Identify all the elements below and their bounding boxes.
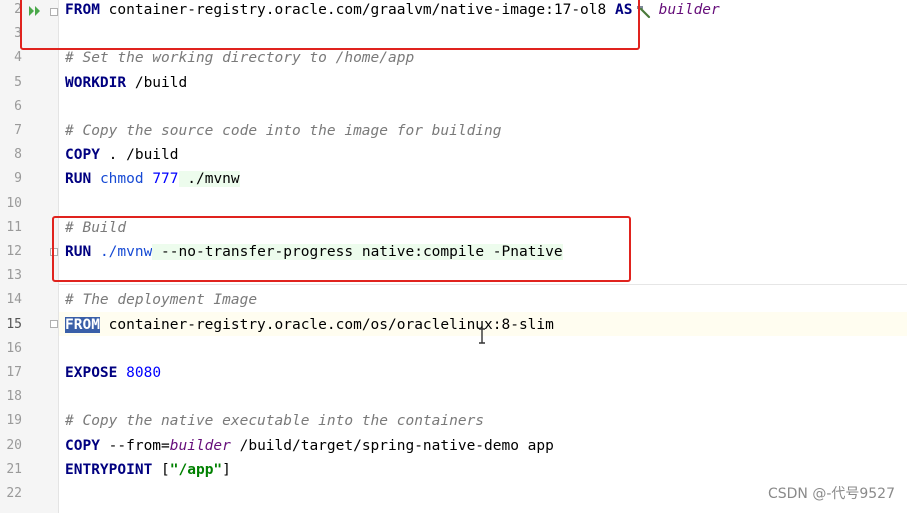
code-token: # The deployment Image	[65, 292, 258, 308]
text-cursor-icon	[479, 328, 485, 344]
code-token: EXPOSE	[65, 365, 118, 381]
annotation-box-from-builder	[20, 0, 640, 50]
code-token: [	[152, 462, 170, 478]
code-token: # Copy the source code into the image fo…	[65, 123, 502, 139]
code-token: 777	[152, 171, 179, 187]
line-number: 7	[14, 123, 22, 138]
code-token: ENTRYPOINT	[65, 462, 153, 478]
code-line[interactable]	[65, 337, 907, 361]
code-line[interactable]: EXPOSE 8080	[65, 361, 907, 385]
code-token: # Copy the native executable into the co…	[65, 413, 485, 429]
code-token: FROM	[65, 317, 100, 333]
line-number: 22	[6, 486, 22, 501]
code-token: builder	[658, 2, 720, 18]
code-token: . /build	[99, 147, 179, 163]
code-line[interactable]: # Copy the native executable into the co…	[65, 409, 907, 433]
code-token: builder	[169, 438, 231, 454]
code-token: RUN	[65, 171, 92, 187]
code-token: --from=	[99, 438, 170, 454]
code-line[interactable]: ENTRYPOINT ["/app"]	[65, 458, 907, 482]
code-line[interactable]: # Copy the source code into the image fo…	[65, 119, 907, 143]
fold-marker-icon[interactable]	[50, 320, 58, 328]
line-number: 5	[14, 75, 22, 90]
code-line[interactable]: COPY --from=builder /build/target/spring…	[65, 434, 907, 458]
code-line[interactable]: RUN chmod 777 ./mvnw	[65, 167, 907, 191]
code-token: WORKDIR	[65, 75, 127, 91]
code-token: # Set the working directory to /home/app	[65, 50, 415, 66]
annotation-box-build	[52, 216, 631, 282]
code-token: 8080	[126, 365, 162, 381]
code-line[interactable]: COPY . /build	[65, 143, 907, 167]
line-number: 10	[6, 196, 22, 211]
line-number: 8	[14, 147, 22, 162]
code-token: chmod	[99, 171, 144, 187]
line-number: 11	[6, 220, 22, 235]
line-number: 3	[14, 26, 22, 41]
code-line[interactable]	[65, 95, 907, 119]
line-number: 13	[6, 268, 22, 283]
line-number: 20	[6, 438, 22, 453]
line-number: 21	[6, 462, 22, 477]
line-number: 12	[6, 244, 22, 259]
code-token: COPY	[65, 147, 100, 163]
code-line[interactable]: # The deployment Image	[65, 288, 907, 312]
line-number: 19	[6, 413, 22, 428]
line-number: 4	[14, 50, 22, 65]
code-token: COPY	[65, 438, 100, 454]
code-line[interactable]: WORKDIR /build	[65, 71, 907, 95]
code-token: ]	[222, 462, 231, 478]
line-number: 17	[6, 365, 22, 380]
line-number: 14	[6, 292, 22, 307]
code-token: /build/target/spring-native-demo app	[230, 438, 554, 454]
code-token: "/app"	[169, 462, 223, 478]
code-line[interactable]	[65, 385, 907, 409]
line-number: 6	[14, 99, 22, 114]
code-line[interactable]	[65, 192, 907, 216]
line-number: 18	[6, 389, 22, 404]
line-number: 2	[14, 2, 22, 17]
line-number: 16	[6, 341, 22, 356]
line-number: 9	[14, 171, 22, 186]
code-token: ./mvnw	[178, 171, 240, 187]
watermark: CSDN @-代号9527	[767, 486, 895, 502]
code-token: /build	[126, 75, 188, 91]
line-number: 15	[6, 317, 22, 332]
code-line[interactable]: FROM container-registry.oracle.com/os/or…	[65, 313, 907, 337]
